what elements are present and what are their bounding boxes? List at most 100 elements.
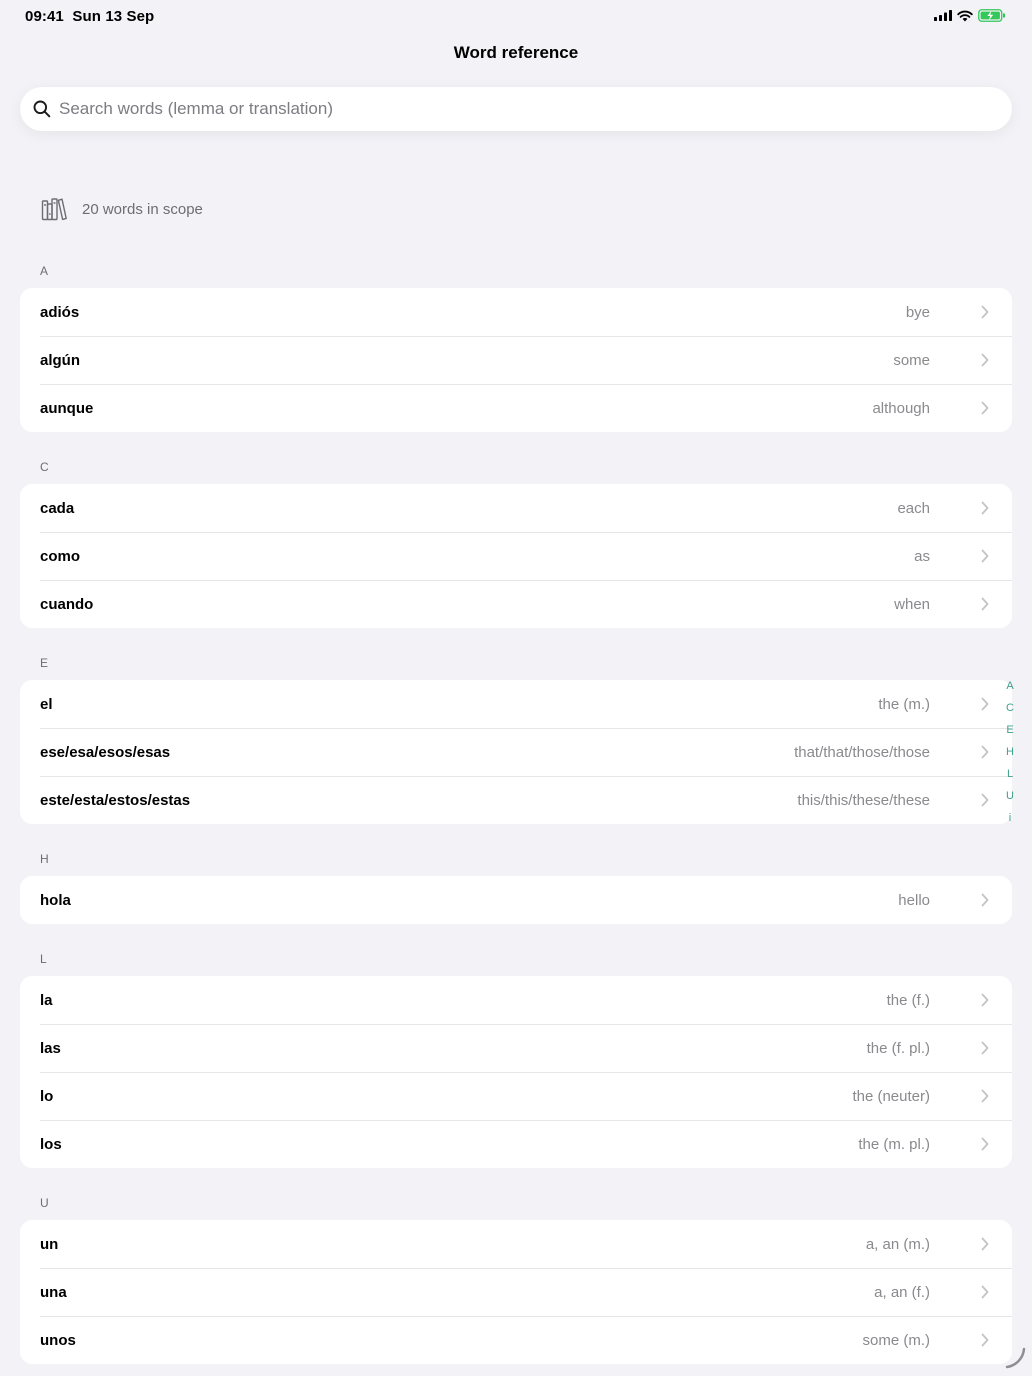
chevron-right-icon	[980, 353, 990, 367]
scope-label: 20 words in scope	[82, 200, 203, 218]
word-row-cuando[interactable]: cuando when	[20, 580, 1012, 628]
chevron-right-icon	[980, 1237, 990, 1251]
chevron-right-icon	[980, 501, 990, 515]
word-translation: the (f.)	[886, 991, 930, 1009]
section-header-l: L	[40, 952, 47, 966]
word-lemma: como	[40, 547, 81, 565]
word-lemma: cuando	[40, 595, 94, 613]
word-translation: a, an (f.)	[874, 1283, 930, 1301]
section-card-c: cada each como as cuando when	[20, 484, 1012, 628]
word-translation: bye	[905, 303, 930, 321]
word-lemma: una	[40, 1283, 67, 1301]
chevron-right-icon	[980, 893, 990, 907]
status-bar: 09:41 Sun 13 Sep	[0, 0, 1032, 32]
word-row-los[interactable]: los the (m. pl.)	[20, 1120, 1012, 1168]
section-header-u: U	[40, 1196, 49, 1210]
books-icon	[41, 198, 67, 221]
search-bar[interactable]	[20, 87, 1012, 131]
section-index-bar[interactable]: A C E H L U i	[996, 675, 1024, 829]
index-letter-l[interactable]: L	[1007, 763, 1013, 785]
chevron-right-icon	[980, 1089, 990, 1103]
word-translation: each	[897, 499, 930, 517]
word-translation: a, an (m.)	[865, 1235, 930, 1253]
chevron-right-icon	[980, 1137, 990, 1151]
word-lemma: los	[40, 1135, 62, 1153]
section-header-h: H	[40, 852, 49, 866]
word-lemma: cada	[40, 499, 75, 517]
word-row-cada[interactable]: cada each	[20, 484, 1012, 532]
word-row-este[interactable]: este/esta/estos/estas this/this/these/th…	[20, 776, 1012, 824]
page-title: Word reference	[453, 43, 579, 62]
chevron-right-icon	[980, 549, 990, 563]
scope-summary: 20 words in scope	[41, 196, 203, 222]
chevron-right-icon	[980, 305, 990, 319]
section-header-c: C	[40, 460, 49, 474]
chevron-right-icon	[980, 993, 990, 1007]
word-row-adios[interactable]: adiós bye	[20, 288, 1012, 336]
word-lemma: el	[40, 695, 53, 713]
word-translation: although	[872, 399, 930, 417]
search-icon	[33, 100, 51, 118]
word-translation: this/this/these/these	[797, 791, 930, 809]
word-row-un[interactable]: un a, an (m.)	[20, 1220, 1012, 1268]
word-row-aunque[interactable]: aunque although	[20, 384, 1012, 432]
chevron-right-icon	[980, 1041, 990, 1055]
section-card-l: la the (f.) las the (f. pl.) lo the (neu…	[20, 976, 1012, 1168]
status-time-date: 09:41 Sun 13 Sep	[25, 8, 155, 25]
index-letter-i[interactable]: i	[1009, 807, 1011, 829]
scroll-indicator-icon[interactable]	[1003, 1346, 1027, 1370]
word-lemma: unos	[40, 1331, 76, 1349]
word-lemma: las	[40, 1039, 61, 1057]
word-lemma: adiós	[40, 303, 80, 321]
battery-charging-icon	[978, 9, 1005, 22]
word-translation: the (m.)	[878, 695, 930, 713]
word-translation: when	[894, 595, 930, 613]
section-card-e: el the (m.) ese/esa/esos/esas that/that/…	[20, 680, 1012, 824]
section-header-e: E	[40, 656, 49, 670]
chevron-right-icon	[980, 401, 990, 415]
word-lemma: este/esta/estos/estas	[40, 791, 191, 809]
section-card-h: hola hello	[20, 876, 1012, 924]
word-translation: the (neuter)	[852, 1087, 930, 1105]
index-letter-c[interactable]: C	[1006, 697, 1014, 719]
word-row-el[interactable]: el the (m.)	[20, 680, 1012, 728]
word-row-como[interactable]: como as	[20, 532, 1012, 580]
index-letter-u[interactable]: U	[1006, 785, 1014, 807]
word-translation: as	[914, 547, 930, 565]
word-translation: some	[893, 351, 930, 369]
word-translation: the (m. pl.)	[858, 1135, 930, 1153]
chevron-right-icon	[980, 745, 990, 759]
chevron-right-icon	[980, 697, 990, 711]
word-row-lo[interactable]: lo the (neuter)	[20, 1072, 1012, 1120]
index-letter-h[interactable]: H	[1006, 741, 1014, 763]
word-lemma: aunque	[40, 399, 94, 417]
word-lemma: lo	[40, 1087, 54, 1105]
word-translation: that/that/those/those	[794, 743, 930, 761]
word-row-una[interactable]: una a, an (f.)	[20, 1268, 1012, 1316]
word-lemma: ese/esa/esos/esas	[40, 743, 171, 761]
section-card-u: un a, an (m.) una a, an (f.) unos some (…	[20, 1220, 1012, 1364]
word-row-ese[interactable]: ese/esa/esos/esas that/that/those/those	[20, 728, 1012, 776]
cellular-signal-icon	[934, 10, 952, 21]
word-translation: the (f. pl.)	[866, 1039, 930, 1057]
word-row-algun[interactable]: algún some	[20, 336, 1012, 384]
chevron-right-icon	[980, 1333, 990, 1347]
wifi-icon	[957, 10, 973, 21]
index-letter-e[interactable]: E	[1006, 719, 1013, 741]
word-lemma: la	[40, 991, 53, 1009]
word-row-hola[interactable]: hola hello	[20, 876, 1012, 924]
word-lemma: hola	[40, 891, 71, 909]
word-lemma: algún	[40, 351, 80, 369]
word-translation: hello	[898, 891, 930, 909]
word-row-la[interactable]: la the (f.)	[20, 976, 1012, 1024]
index-letter-a[interactable]: A	[1006, 675, 1013, 697]
word-translation: some (m.)	[862, 1331, 931, 1349]
chevron-right-icon	[980, 793, 990, 807]
section-header-a: A	[40, 264, 49, 278]
status-icons	[934, 9, 1006, 22]
word-row-las[interactable]: las the (f. pl.)	[20, 1024, 1012, 1072]
search-input[interactable]	[59, 99, 959, 119]
word-lemma: un	[40, 1235, 59, 1253]
section-card-a: adiós bye algún some aunque although	[20, 288, 1012, 432]
word-row-unos[interactable]: unos some (m.)	[20, 1316, 1012, 1364]
